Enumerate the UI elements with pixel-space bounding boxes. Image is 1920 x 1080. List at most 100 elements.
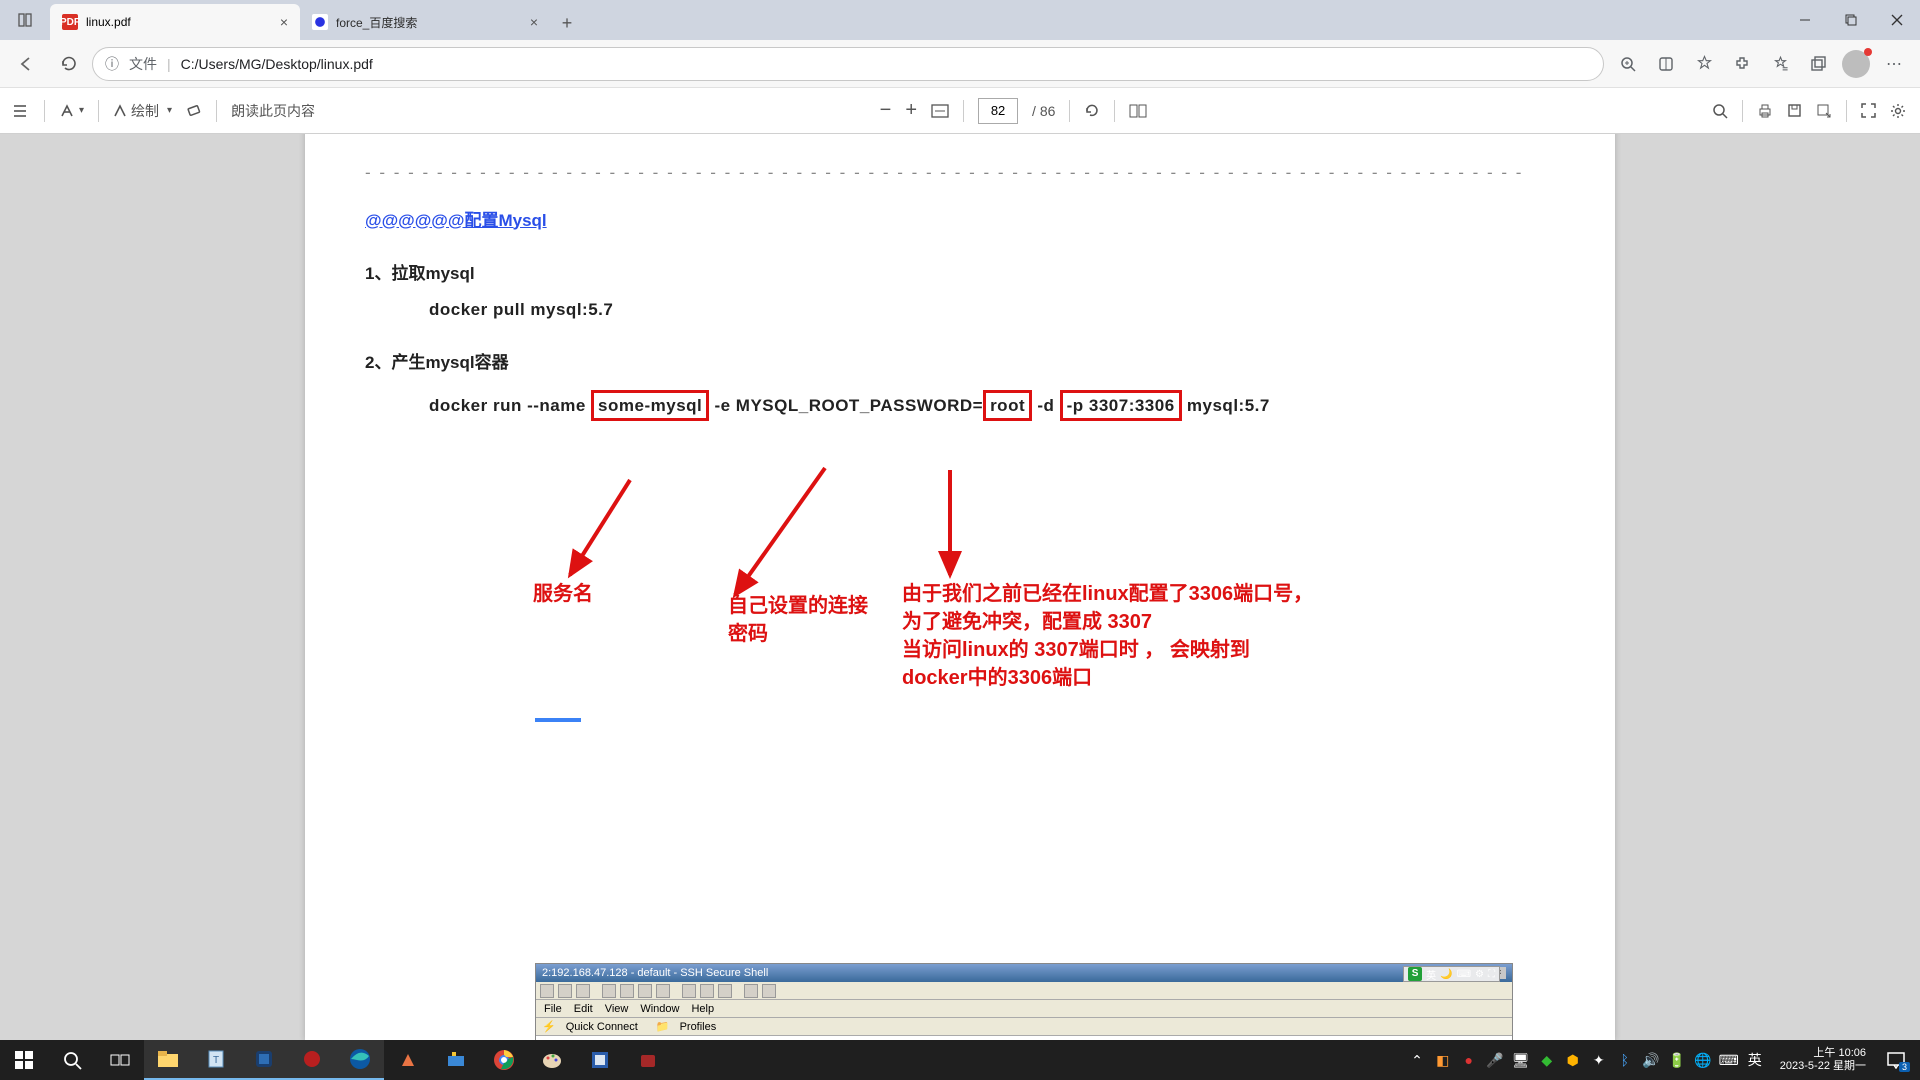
menu-window: Window	[640, 1003, 679, 1015]
volume-icon[interactable]: 🔊	[1642, 1051, 1660, 1069]
minimize-button[interactable]	[1782, 0, 1828, 40]
tab-actions-button[interactable]	[0, 0, 50, 40]
page-view-icon[interactable]	[1129, 104, 1147, 118]
close-icon[interactable]: ×	[280, 14, 288, 30]
chrome-icon[interactable]	[480, 1040, 528, 1080]
ssh-titlebar: 2:192.168.47.128 - default - SSH Secure …	[536, 964, 1512, 982]
page-number-input[interactable]	[978, 98, 1018, 124]
text-selection	[535, 718, 581, 722]
highlight-tool[interactable]: ▾	[59, 103, 84, 119]
vmware-icon[interactable]	[240, 1040, 288, 1080]
keyboard-icon[interactable]: ⌨	[1720, 1051, 1738, 1069]
new-tab-button[interactable]: +	[550, 6, 584, 40]
step-2: 2、产生mysql容器	[365, 350, 1555, 376]
pdf-icon: PDF	[62, 14, 78, 30]
command-pull: docker pull mysql:5.7	[429, 297, 1555, 323]
menu-file: File	[544, 1003, 562, 1015]
edge-icon[interactable]	[336, 1040, 384, 1080]
windows-taskbar: T ⌄ ◧ ● 🎤 🖥 ◆ ⬢ ✦ ᛒ 🔊 🔋 🌐 ⌨ 英 上午 10:06 2…	[0, 1040, 1920, 1080]
clock[interactable]: 上午 10:06 2023-5-22 星期一	[1772, 1047, 1874, 1073]
settings-icon[interactable]	[1890, 103, 1906, 119]
menu-edit: Edit	[574, 1003, 593, 1015]
pdf-viewer[interactable]: - - - - - - - - - - - - - - - - - - - - …	[0, 134, 1920, 1040]
annotation-password: 自己设置的连接 密码	[728, 592, 868, 648]
ime-floating-bar: S 英 🌙⌨⚙⛶	[1403, 966, 1500, 982]
back-button[interactable]	[8, 46, 44, 82]
annotation-port: 由于我们之前已经在linux配置了3306端口号， 为了避免冲突，配置成 330…	[902, 580, 1313, 692]
tray-vpn-icon[interactable]: ⬢	[1564, 1051, 1582, 1069]
ssh-toolbar	[536, 982, 1512, 1000]
zoom-icon[interactable]	[1610, 46, 1646, 82]
annotation-service-name: 服务名	[533, 580, 593, 608]
app-icon-3[interactable]	[576, 1040, 624, 1080]
more-menu-icon[interactable]: ⋯	[1876, 46, 1912, 82]
search-icon[interactable]	[1712, 103, 1728, 119]
start-button[interactable]	[0, 1040, 48, 1080]
bluetooth-icon[interactable]: ᛒ	[1616, 1051, 1634, 1069]
favorite-icon[interactable]	[1686, 46, 1722, 82]
extensions-icon[interactable]	[1724, 46, 1760, 82]
tray-devices-icon[interactable]: 🖥	[1512, 1051, 1530, 1069]
read-aloud-button[interactable]: 朗读此页内容	[231, 101, 315, 121]
notifications-button[interactable]: 3	[1882, 1046, 1910, 1074]
tray-app3-icon[interactable]: ✦	[1590, 1051, 1608, 1069]
command-run: docker run --name some-mysql -e MYSQL_RO…	[429, 390, 1555, 422]
save-as-icon[interactable]	[1816, 103, 1832, 119]
explorer-icon[interactable]	[144, 1040, 192, 1080]
ime-indicator[interactable]: 英	[1746, 1051, 1764, 1069]
save-icon[interactable]	[1787, 103, 1802, 118]
date-text: 2023-5-22 星期一	[1780, 1060, 1866, 1073]
tab-baidu-search[interactable]: force_百度搜索 ×	[300, 4, 550, 40]
zoom-in-button[interactable]: +	[905, 99, 917, 122]
notepad-icon[interactable]: T	[192, 1040, 240, 1080]
tray-chevron-icon[interactable]: ⌄	[1408, 1051, 1426, 1069]
ssh-menubar: File Edit View Window Help	[536, 1000, 1512, 1018]
draw-label: 绘制	[131, 101, 159, 121]
url-path: C:/Users/MG/Desktop/linux.pdf	[181, 56, 373, 72]
rotate-icon[interactable]	[1084, 103, 1100, 119]
print-icon[interactable]	[1757, 103, 1773, 119]
tray-app-icon[interactable]: ◧	[1434, 1051, 1452, 1069]
favorites-list-icon[interactable]	[1762, 46, 1798, 82]
divider-dashes: - - - - - - - - - - - - - - - - - - - - …	[365, 160, 1555, 186]
box-container-name: some-mysql	[591, 390, 709, 422]
battery-icon[interactable]: 🔋	[1668, 1051, 1686, 1069]
tray-mic-icon[interactable]: 🎤	[1486, 1051, 1504, 1069]
tray-record-icon[interactable]: ●	[1460, 1051, 1478, 1069]
ssh-quickbar: ⚡Quick Connect 📁Profiles	[536, 1018, 1512, 1036]
fullscreen-icon[interactable]	[1861, 103, 1876, 118]
record-icon[interactable]	[288, 1040, 336, 1080]
network-icon[interactable]: 🌐	[1694, 1051, 1712, 1069]
section-heading: @@@@@@配置Mysql	[365, 208, 1555, 234]
app-icon-2[interactable]	[432, 1040, 480, 1080]
sogou-icon: S	[1408, 967, 1422, 981]
app-icon-4[interactable]	[624, 1040, 672, 1080]
site-info-icon[interactable]: ⓘ	[105, 54, 119, 74]
task-view-button[interactable]	[96, 1040, 144, 1080]
reader-icon[interactable]	[1648, 46, 1684, 82]
tray-app2-icon[interactable]: ◆	[1538, 1051, 1556, 1069]
close-window-button[interactable]	[1874, 0, 1920, 40]
svg-text:T: T	[213, 1055, 219, 1066]
paint-icon[interactable]	[528, 1040, 576, 1080]
baidu-icon	[312, 14, 328, 30]
collections-icon[interactable]	[1800, 46, 1836, 82]
erase-tool[interactable]	[186, 104, 202, 118]
fit-page-icon[interactable]	[931, 104, 949, 118]
pdf-toolbar: ▾ 绘制▾ 朗读此页内容 − + / 86	[0, 88, 1920, 134]
draw-tool[interactable]: 绘制▾	[113, 101, 172, 121]
contents-icon[interactable]	[14, 104, 30, 118]
tab-title: linux.pdf	[86, 15, 131, 29]
tab-linux-pdf[interactable]: PDF linux.pdf ×	[50, 4, 300, 40]
maximize-button[interactable]	[1828, 0, 1874, 40]
menu-help: Help	[691, 1003, 714, 1015]
close-icon[interactable]: ×	[530, 14, 538, 30]
ssh-window-screenshot: 2:192.168.47.128 - default - SSH Secure …	[535, 963, 1513, 1040]
search-button[interactable]	[48, 1040, 96, 1080]
zoom-out-button[interactable]: −	[880, 99, 892, 122]
url-input[interactable]: ⓘ 文件 | C:/Users/MG/Desktop/linux.pdf	[92, 47, 1604, 81]
app-icon-1[interactable]	[384, 1040, 432, 1080]
browser-tab-bar: PDF linux.pdf × force_百度搜索 × +	[0, 0, 1920, 40]
profile-button[interactable]	[1838, 46, 1874, 82]
refresh-button[interactable]	[50, 46, 86, 82]
